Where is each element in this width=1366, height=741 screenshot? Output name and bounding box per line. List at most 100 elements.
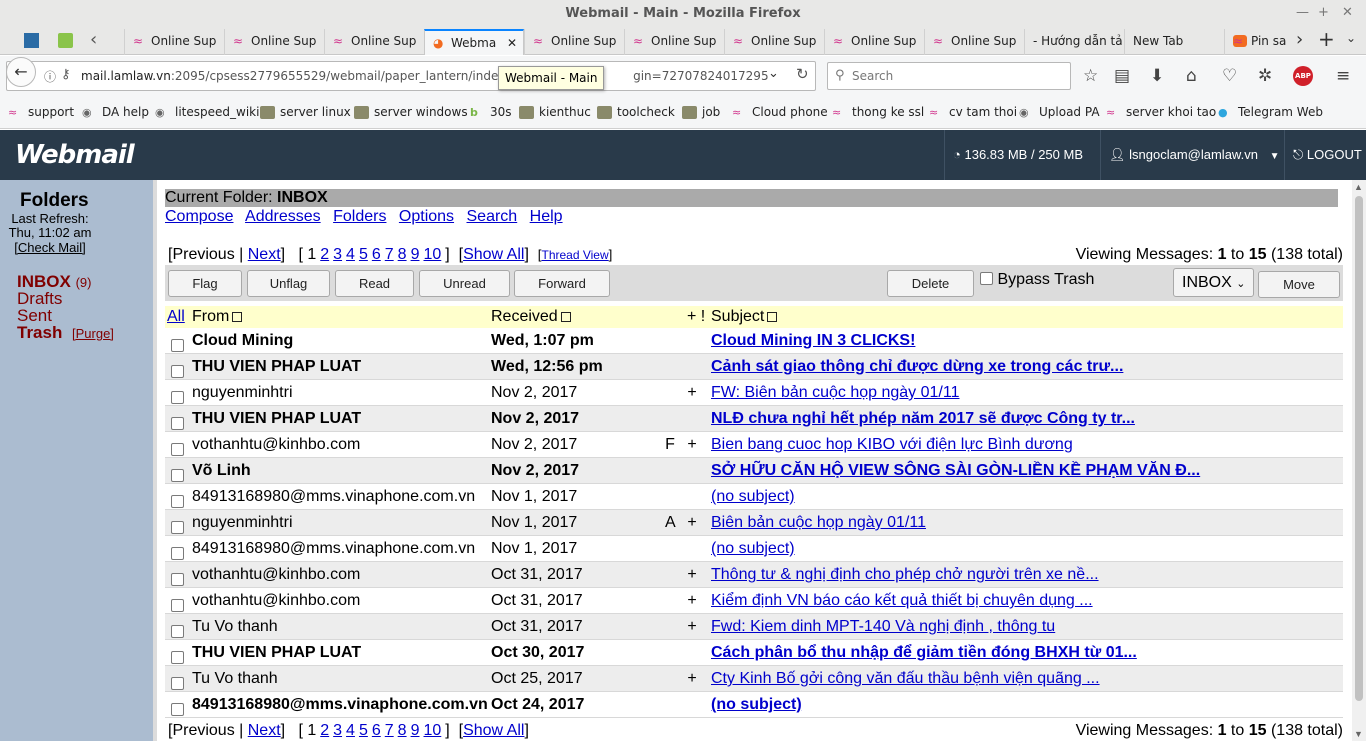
message-row[interactable]: nguyenminhtri Nov 2, 2017 + FW: Biên bản cu… [165,380,1343,406]
message-subject-link[interactable]: (no subject) [711,692,802,718]
url-bar[interactable]: mail.lamlaw.vn:2095/cpsess2779655529/web… [6,61,816,91]
pager-page-link[interactable]: 3 [333,722,342,739]
message-checkbox[interactable] [171,625,184,638]
folders-link[interactable]: Folders [333,208,386,225]
message-checkbox[interactable] [171,703,184,716]
options-link[interactable]: Options [399,208,454,225]
pager-page-link[interactable]: 2 [320,722,329,739]
read-button[interactable]: Read [335,270,414,297]
received-column-header[interactable]: Received [491,306,571,328]
webmail-logo[interactable]: Webmail [15,140,135,170]
pager-page-link[interactable]: 5 [359,246,368,263]
tab-2[interactable]: ≈ Online Sup [324,29,424,55]
message-subject-link[interactable]: Thông tư & nghị định cho phép chở người … [711,562,1099,588]
message-checkbox[interactable] [171,417,184,430]
bookmark-1[interactable]: ◉ DA help [82,105,149,119]
sort-icon[interactable] [767,312,778,322]
pager-next[interactable]: Next [248,722,281,739]
purge-link[interactable]: [Purge] [72,326,114,341]
pager-page-link[interactable]: 9 [411,722,420,739]
pager-page-link[interactable]: 7 [385,722,394,739]
maximize-icon[interactable]: + [1318,5,1329,20]
bookmark-2[interactable]: ◉ litespeed_wiki [155,105,259,119]
key-icon[interactable]: ⚷ [61,67,71,82]
message-checkbox[interactable] [171,495,184,508]
message-row[interactable]: 84913168980@mms.vinaphone.com.vn Nov 1, 2… [165,484,1343,510]
message-row[interactable]: THU VIEN PHAP LUAT Nov 2, 2017 NLĐ chưa ng… [165,406,1343,432]
message-subject-link[interactable]: (no subject) [711,484,795,510]
pager-show-all[interactable]: Show All [463,722,524,739]
message-checkbox[interactable] [171,469,184,482]
unflag-button[interactable]: Unflag [247,270,330,297]
message-subject-link[interactable]: FW: Biên bản cuộc họp ngày 01/11 [711,380,959,406]
back-button[interactable]: ← [6,57,36,87]
message-subject-link[interactable]: SỞ HỮU CĂN HỘ VIEW SÔNG SÀI GÒN-LIỀN KỀ … [711,458,1200,484]
tab-0[interactable]: ≈ Online Sup [124,29,224,55]
message-subject-link[interactable]: NLĐ chưa nghỉ hết phép năm 2017 sẽ được … [711,406,1135,432]
tab-scroll-right-icon[interactable]: › [1296,29,1303,50]
pager-page-link[interactable]: 10 [423,246,441,263]
message-subject-link[interactable]: Bien bang cuoc hop KIBO với điện lực Bìn… [711,432,1073,458]
extension-puzzle-icon[interactable]: ✲ [1258,66,1272,86]
message-row[interactable]: vothanhtu@kinhbo.com Nov 2, 2017 F + Bien ba… [165,432,1343,458]
tab-11[interactable]: ≈ Pin sa [1224,29,1294,55]
message-subject-link[interactable]: Cloud Mining IN 3 CLICKS! [711,328,915,354]
bookmark-11[interactable]: ≈ cv tam thoi [929,105,1017,119]
message-row[interactable]: THU VIEN PHAP LUAT Wed, 12:56 pm Cảnh sát … [165,354,1343,380]
move-button[interactable]: Move [1258,271,1340,298]
message-row[interactable]: vothanhtu@kinhbo.com Oct 31, 2017 + Kiểm đị… [165,588,1343,614]
folder-trash[interactable]: Trash [17,323,62,343]
pager-page-link[interactable]: 2 [320,246,329,263]
message-row[interactable]: Cloud Mining Wed, 1:07 pm Cloud Mining IN … [165,328,1343,354]
message-row[interactable]: Tu Vo thanh Oct 31, 2017 + Fwd: Kiem dinh M… [165,614,1343,640]
message-checkbox[interactable] [171,547,184,560]
flag-button[interactable]: Flag [168,270,242,297]
pager-page-link[interactable]: 8 [398,246,407,263]
message-row[interactable]: nguyenminhtri Nov 1, 2017 A + Biên bản cuộc … [165,510,1343,536]
tab-5[interactable]: ≈ Online Sup [624,29,724,55]
message-checkbox[interactable] [171,599,184,612]
message-checkbox[interactable] [171,677,184,690]
scroll-up-icon[interactable]: ▲ [1354,182,1363,192]
help-link[interactable]: Help [530,208,563,225]
bookmark-10[interactable]: ≈ thong ke ssl [832,105,924,119]
bookmark-6[interactable]: kienthuc [519,105,591,119]
message-subject-link[interactable]: Kiểm định VN báo cáo kết quả thiết bị ch… [711,588,1093,614]
info-icon[interactable]: ⓘ [44,68,56,85]
message-checkbox[interactable] [171,573,184,586]
new-tab-icon[interactable]: + [1318,27,1335,51]
select-all-link[interactable]: All [167,306,185,328]
bypass-trash[interactable]: Bypass Trash [980,271,1094,289]
message-row[interactable]: 84913168980@mms.vinaphone.com.vn Oct 24, … [165,692,1343,718]
minimize-icon[interactable]: — [1296,5,1309,20]
tab-1[interactable]: ≈ Online Sup [224,29,324,55]
bookmark-14[interactable]: ● Telegram Web [1218,105,1323,119]
message-checkbox[interactable] [171,339,184,352]
logout-button[interactable]: ⎋ LOGOUT [1284,130,1366,180]
message-subject-link[interactable]: Cảnh sát giao thông chỉ được dừng xe tro… [711,354,1123,380]
message-checkbox[interactable] [171,391,184,404]
scroll-down-icon[interactable]: ▼ [1354,729,1363,739]
tab-scroll-left-icon[interactable]: ‹ [90,29,97,50]
close-icon[interactable]: ✕ [1342,5,1353,20]
reload-icon[interactable]: ↻ [796,65,809,83]
adblock-icon[interactable]: ABP [1293,66,1313,86]
message-checkbox[interactable] [171,365,184,378]
search-link[interactable]: Search [467,208,518,225]
message-checkbox[interactable] [171,651,184,664]
pager-show-all[interactable]: Show All [463,246,524,263]
check-mail-link[interactable]: [Check Mail] [0,240,100,255]
download-icon[interactable]: ⬇ [1150,66,1164,86]
bookmark-4[interactable]: server windows [354,105,468,119]
tab-3[interactable]: ◕ Webma ✕ [424,29,524,55]
tab-close-icon[interactable]: ✕ [507,31,517,55]
reader-list-icon[interactable]: ▤ [1114,66,1130,86]
message-row[interactable]: 84913168980@mms.vinaphone.com.vn Nov 1, 2… [165,536,1343,562]
bookmark-9[interactable]: ≈ Cloud phone [732,105,828,119]
pager-page-link[interactable]: 4 [346,246,355,263]
tab-7[interactable]: ≈ Online Sup [824,29,924,55]
bookmark-12[interactable]: ◉ Upload PA [1019,105,1100,119]
message-row[interactable]: THU VIEN PHAP LUAT Oct 30, 2017 Cách phân … [165,640,1343,666]
tab-4[interactable]: ≈ Online Sup [524,29,624,55]
vertical-scrollbar[interactable]: ▲ ▼ [1352,180,1366,741]
